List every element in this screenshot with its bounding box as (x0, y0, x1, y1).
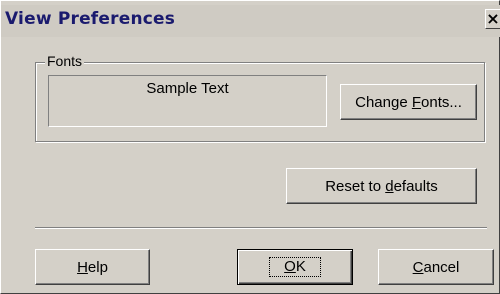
cancel-button[interactable]: Cancel (378, 249, 494, 285)
close-icon[interactable]: × (485, 9, 500, 29)
window-title: View Preferences (5, 9, 176, 29)
help-button[interactable]: Help (35, 249, 150, 285)
change-fonts-label: Change Fonts... (355, 93, 462, 111)
help-label: Help (77, 258, 108, 276)
ok-button[interactable]: OK (237, 249, 353, 285)
view-preferences-dialog: View Preferences × Fonts Sample Text Cha… (0, 0, 500, 294)
sample-text-preview: Sample Text (48, 75, 327, 127)
fonts-group-label: Fonts (45, 53, 85, 69)
cancel-label: Cancel (412, 258, 460, 276)
reset-to-defaults-button[interactable]: Reset to defaults (286, 168, 477, 204)
change-fonts-button[interactable]: Change Fonts... (340, 84, 477, 120)
reset-to-defaults-label: Reset to defaults (325, 177, 438, 195)
separator-line (35, 227, 487, 229)
sample-text: Sample Text (146, 80, 229, 97)
title-bar[interactable]: View Preferences × (1, 5, 500, 37)
ok-focus-ring: OK (269, 257, 321, 277)
